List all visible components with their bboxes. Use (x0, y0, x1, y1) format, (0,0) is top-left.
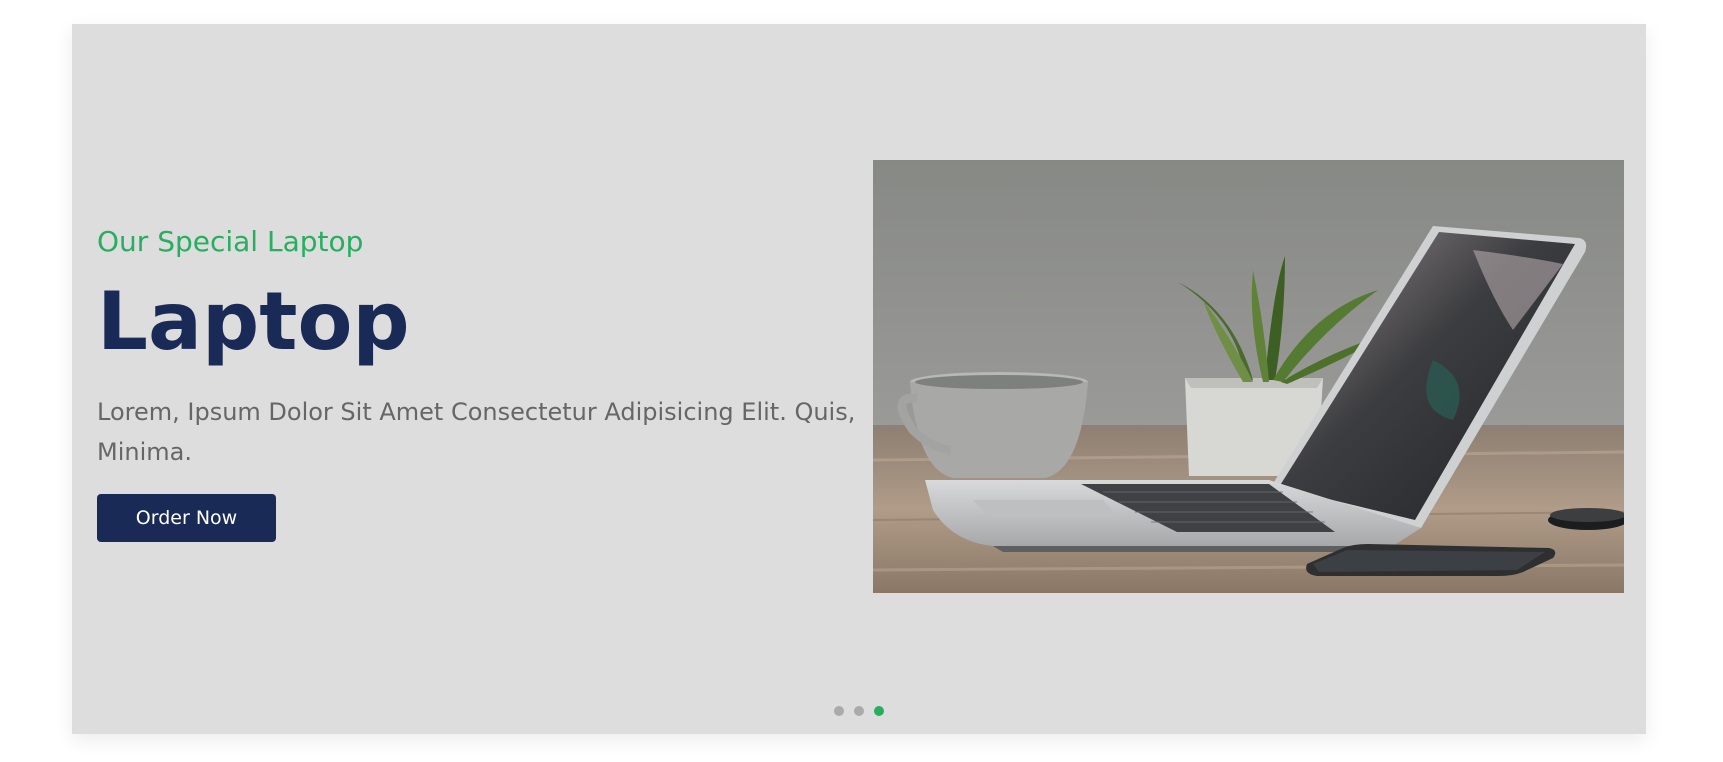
slide-subtitle: Our Special Laptop (97, 225, 364, 258)
pagination-dot-2[interactable] (854, 706, 864, 716)
slide-content: Our Special Laptop Laptop Lorem, Ipsum D… (97, 222, 857, 542)
pagination-dot-1[interactable] (834, 706, 844, 716)
pagination-dot-3-active[interactable] (874, 706, 884, 716)
slide-description: Lorem, Ipsum Dolor Sit Amet Consectetur … (97, 398, 856, 466)
hero-slider: Our Special Laptop Laptop Lorem, Ipsum D… (72, 24, 1646, 734)
order-now-button[interactable]: Order Now (97, 494, 276, 542)
laptop-on-desk-image (873, 160, 1624, 593)
slide-title: Laptop (97, 275, 410, 368)
laptop-photo (873, 160, 1624, 593)
slider-pagination (72, 706, 1646, 716)
